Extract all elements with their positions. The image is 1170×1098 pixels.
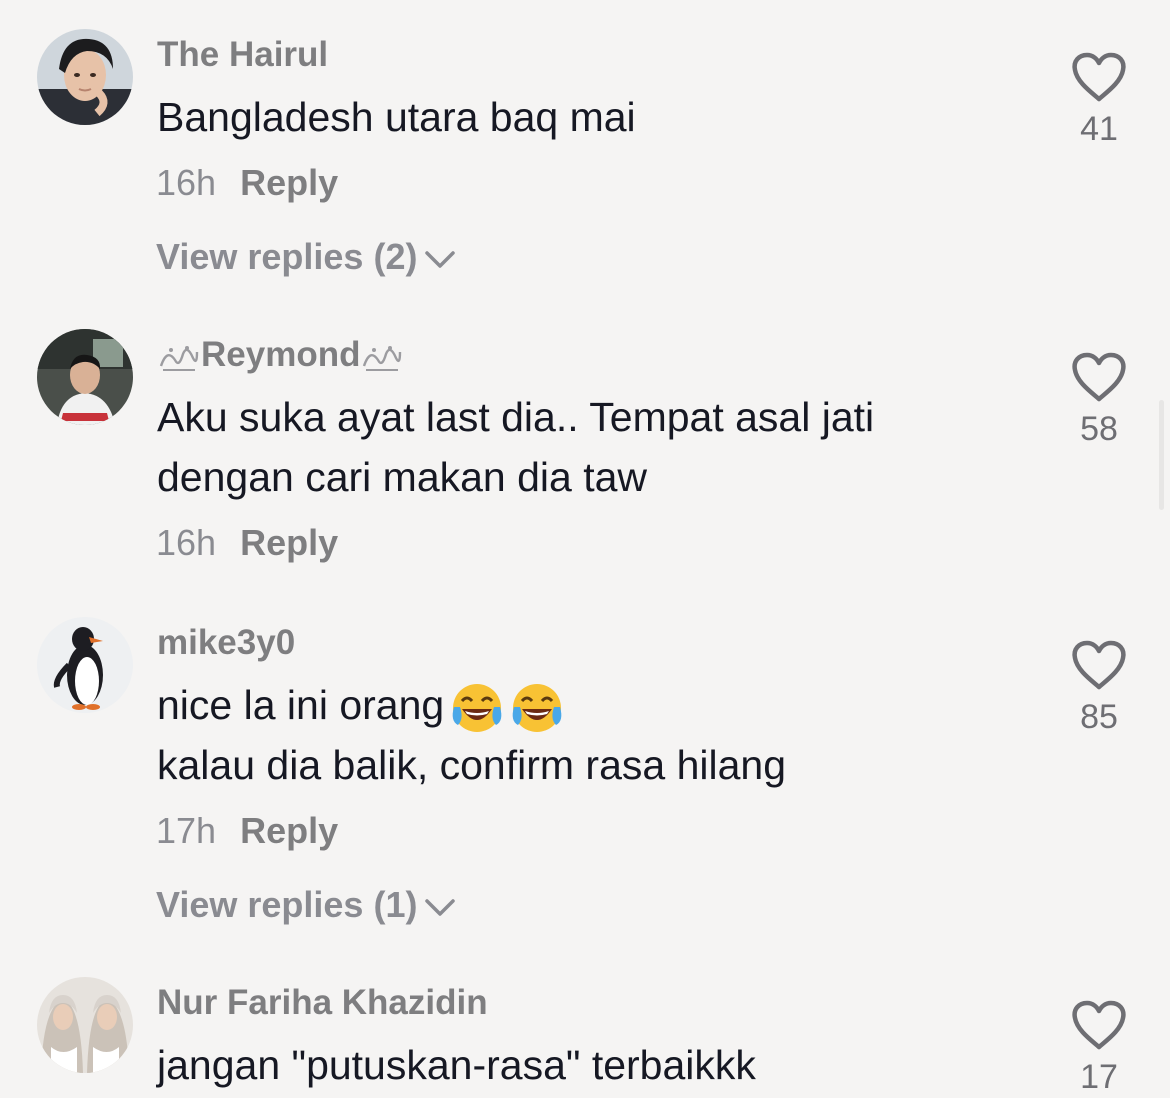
avatar[interactable] bbox=[37, 29, 133, 125]
comment-text: dengan cari makan dia taw bbox=[157, 454, 648, 500]
avatar[interactable] bbox=[37, 977, 133, 1073]
comments-panel: The Hairul Bangladesh utara baq mai 16h R… bbox=[0, 0, 1170, 1098]
chevron-down-icon bbox=[425, 899, 456, 917]
comment-text: nice la ini orang bbox=[157, 679, 564, 735]
like-control: 58 bbox=[1068, 351, 1130, 449]
view-replies-button[interactable]: View replies (1) bbox=[156, 883, 457, 927]
reply-button[interactable]: Reply bbox=[240, 810, 338, 851]
comment-text: jangan "putuskan-rasa" terbaikkk bbox=[157, 1042, 756, 1088]
comment-text: Bangladesh utara baq mai bbox=[157, 94, 636, 140]
like-count: 58 bbox=[1080, 410, 1118, 448]
scrollbar[interactable] bbox=[1159, 400, 1164, 510]
view-replies-label: View replies (1) bbox=[156, 884, 418, 925]
chevron-down-icon bbox=[425, 251, 456, 269]
heart-outline-icon[interactable] bbox=[1071, 999, 1127, 1051]
like-control: 85 bbox=[1068, 639, 1130, 737]
heart-outline-icon[interactable] bbox=[1071, 351, 1127, 403]
comment-username[interactable]: mike3y0 bbox=[157, 621, 295, 665]
comment-meta: 17h Reply bbox=[156, 809, 338, 853]
calligraphy-ornament-icon bbox=[363, 345, 402, 371]
comment-text: Aku suka ayat last dia.. Tempat asal jat… bbox=[157, 394, 875, 440]
comment-username[interactable]: Reymond bbox=[157, 333, 404, 377]
avatar[interactable] bbox=[37, 329, 133, 425]
like-control: 17 bbox=[1068, 999, 1130, 1097]
heart-outline-icon[interactable] bbox=[1071, 639, 1127, 691]
view-replies-button[interactable]: View replies (2) bbox=[156, 235, 457, 279]
comment-text-part: nice la ini orang bbox=[157, 682, 445, 728]
like-count: 85 bbox=[1080, 698, 1118, 736]
reply-button[interactable]: Reply bbox=[240, 162, 338, 203]
avatar[interactable] bbox=[37, 617, 133, 713]
like-control: 41 bbox=[1068, 51, 1130, 149]
comment-username-text: Reymond bbox=[201, 335, 361, 374]
comment-meta: 16h Reply bbox=[156, 161, 338, 205]
comment-text: kalau dia balik, confirm rasa hilang bbox=[157, 742, 786, 788]
comment-time: 16h bbox=[156, 522, 217, 563]
tears-of-joy-emoji-icon bbox=[444, 682, 564, 733]
comment-time: 16h bbox=[156, 162, 217, 203]
calligraphy-ornament-icon bbox=[159, 345, 199, 371]
reply-button[interactable]: Reply bbox=[240, 522, 338, 563]
comment-username[interactable]: The Hairul bbox=[157, 33, 328, 77]
comment-username[interactable]: Nur Fariha Khazidin bbox=[157, 981, 488, 1025]
like-count: 17 bbox=[1080, 1058, 1118, 1096]
like-count: 41 bbox=[1080, 110, 1118, 148]
heart-outline-icon[interactable] bbox=[1071, 51, 1127, 103]
comment-time: 17h bbox=[156, 810, 217, 851]
view-replies-label: View replies (2) bbox=[156, 236, 418, 277]
comment-meta: 16h Reply bbox=[156, 521, 338, 565]
